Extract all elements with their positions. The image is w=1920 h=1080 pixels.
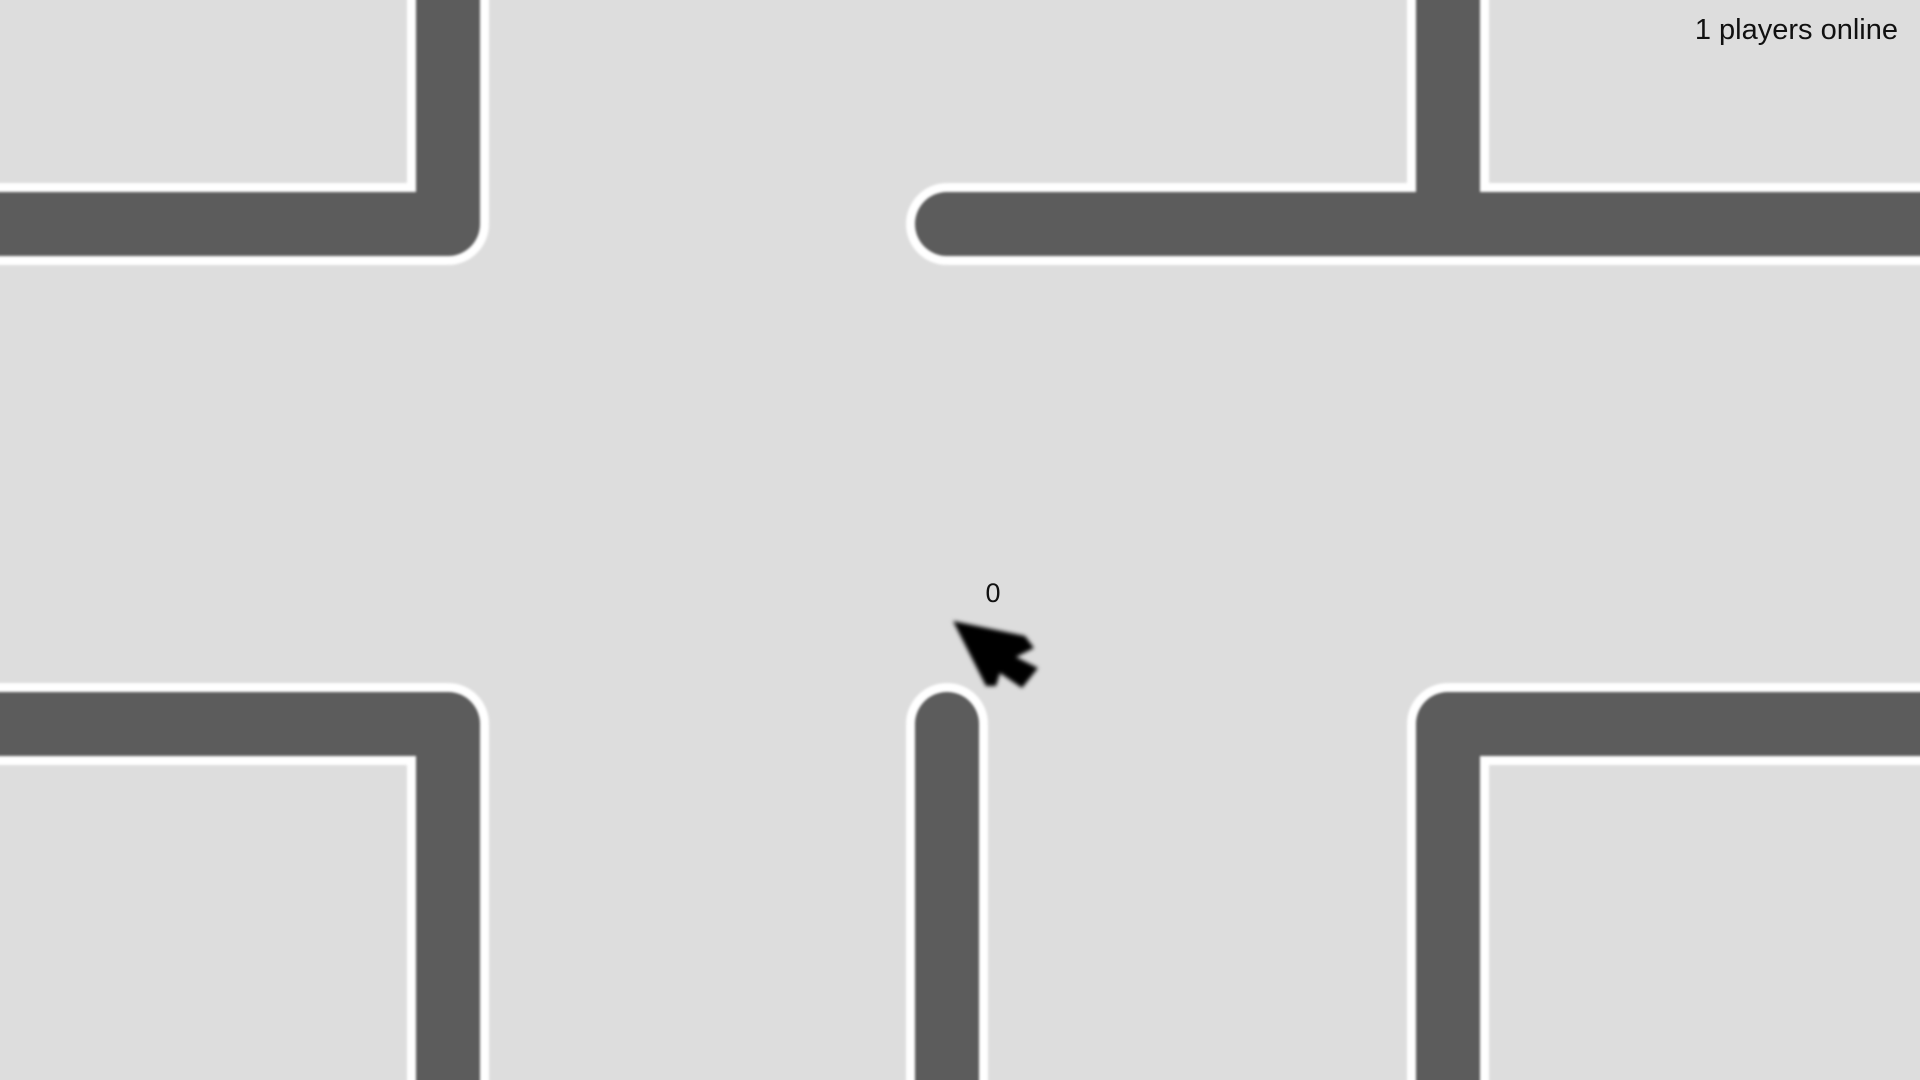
game-canvas[interactable]: 1 players online 0 [0, 0, 1920, 1080]
wall-top-left-outline [0, 0, 489, 265]
wall-bottom-left [0, 692, 480, 1080]
wall-bottom-right [1416, 692, 1920, 1080]
wall-bottom-right-outline [1407, 683, 1920, 1080]
maze [0, 0, 1920, 1080]
players-online-counter: 1 players online [1694, 14, 1898, 46]
walls [0, 0, 1920, 1080]
mouse-pointer-icon[interactable] [953, 621, 1038, 688]
player-score-label: 0 [985, 578, 1001, 608]
wall-bottom-left-outline [0, 683, 489, 1080]
